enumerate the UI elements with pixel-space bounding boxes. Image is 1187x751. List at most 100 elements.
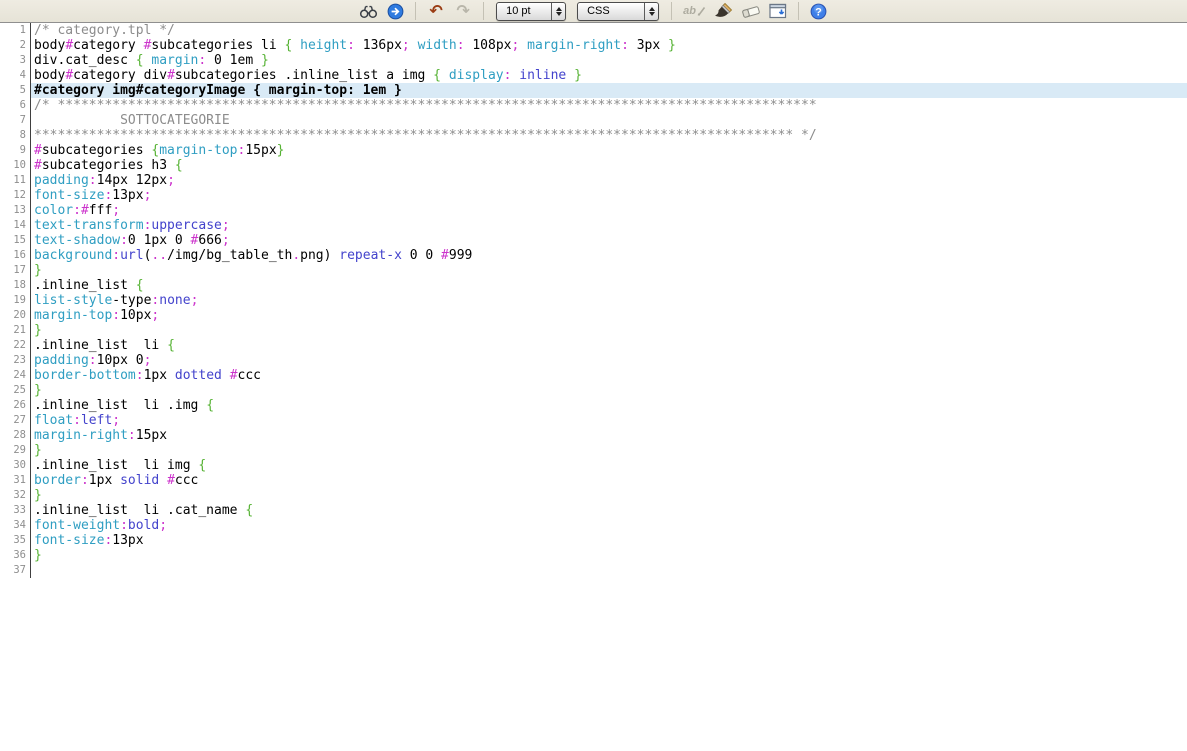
code-line[interactable]: 19 list-style-type:none;: [0, 293, 1187, 308]
code-text[interactable]: .inline_list li img {: [31, 458, 1187, 473]
code-line[interactable]: 4 body#category div#subcategories .inline…: [0, 68, 1187, 83]
code-token: }: [34, 323, 42, 338]
code-token: #: [229, 368, 238, 383]
code-token: ;: [221, 233, 230, 248]
code-token: 108px: [464, 38, 512, 53]
find-binoculars-icon[interactable]: [357, 1, 379, 21]
line-number: 7: [0, 113, 31, 128]
code-line[interactable]: 12 font-size:13px;: [0, 188, 1187, 203]
code-text[interactable]: #category img#categoryImage { margin-top…: [31, 83, 1187, 98]
code-line[interactable]: 31 border:1px solid #ccc: [0, 473, 1187, 488]
code-token: border: [34, 473, 81, 488]
line-number: 22: [0, 338, 31, 353]
code-token: .inline_list li .cat_name: [34, 503, 246, 518]
code-text[interactable]: [31, 563, 1187, 578]
code-line[interactable]: 37: [0, 563, 1187, 578]
code-text[interactable]: .inline_list {: [31, 278, 1187, 293]
code-text[interactable]: /* category.tpl */: [31, 23, 1187, 38]
code-line[interactable]: 23 padding:10px 0;: [0, 353, 1187, 368]
code-text[interactable]: font-size:13px: [31, 533, 1187, 548]
code-text[interactable]: SOTTOCATEGORIE: [31, 113, 1187, 128]
code-token: {: [198, 458, 207, 473]
code-text[interactable]: background:url(../img/bg_table_th.png) r…: [31, 248, 1187, 263]
help-icon[interactable]: ?: [808, 1, 830, 21]
code-text[interactable]: text-shadow:0 1px 0 #666;: [31, 233, 1187, 248]
code-line[interactable]: 10 #subcategories h3 {: [0, 158, 1187, 173]
syntax-dropdown[interactable]: CSS: [577, 1, 660, 21]
code-line[interactable]: 27 float:left;: [0, 413, 1187, 428]
code-line[interactable]: 21}: [0, 323, 1187, 338]
stepper-arrows-icon: [644, 2, 658, 20]
code-line[interactable]: 2 body#category #subcategories li { heigh…: [0, 38, 1187, 53]
panel-icon[interactable]: [767, 1, 789, 21]
code-line[interactable]: 25}: [0, 383, 1187, 398]
code-line[interactable]: 35 font-size:13px: [0, 533, 1187, 548]
code-text[interactable]: #subcategories h3 {: [31, 158, 1187, 173]
toolbar: ↶ ↷ 10 pt CSS ab ?: [0, 0, 1187, 23]
code-text[interactable]: list-style-type:none;: [31, 293, 1187, 308]
code-text[interactable]: .inline_list li .img {: [31, 398, 1187, 413]
code-line[interactable]: 3 div.cat_desc { margin: 0 1em }: [0, 53, 1187, 68]
code-text[interactable]: float:left;: [31, 413, 1187, 428]
code-line[interactable]: 9 #subcategories {margin-top:15px}: [0, 143, 1187, 158]
code-line[interactable]: 22 .inline_list li {: [0, 338, 1187, 353]
code-text[interactable]: margin-top:10px;: [31, 308, 1187, 323]
code-line[interactable]: 34 font-weight:bold;: [0, 518, 1187, 533]
code-text[interactable]: }: [31, 443, 1187, 458]
undo-icon[interactable]: ↶: [425, 1, 447, 21]
code-text[interactable]: }: [31, 548, 1187, 563]
code-line[interactable]: 18 .inline_list {: [0, 278, 1187, 293]
code-text[interactable]: .inline_list li {: [31, 338, 1187, 353]
brush-icon[interactable]: [713, 1, 735, 21]
code-text[interactable]: .inline_list li .cat_name {: [31, 503, 1187, 518]
code-line[interactable]: 20 margin-top:10px;: [0, 308, 1187, 323]
code-line[interactable]: 1/* category.tpl */: [0, 23, 1187, 38]
code-text[interactable]: }: [31, 263, 1187, 278]
code-text[interactable]: }: [31, 383, 1187, 398]
code-line[interactable]: 16 background:url(../img/bg_table_th.png)…: [0, 248, 1187, 263]
code-line[interactable]: 28 margin-right:15px: [0, 428, 1187, 443]
code-line[interactable]: 5 #category img#categoryImage { margin-to…: [0, 83, 1187, 98]
code-editor[interactable]: 1/* category.tpl */2 body#category #subca…: [0, 23, 1187, 578]
code-text[interactable]: #subcategories {margin-top:15px}: [31, 143, 1187, 158]
toolbar-separator: [483, 2, 485, 20]
code-line[interactable]: 30 .inline_list li img {: [0, 458, 1187, 473]
code-line[interactable]: 8 ***************************************…: [0, 128, 1187, 143]
code-text[interactable]: border:1px solid #ccc: [31, 473, 1187, 488]
code-line[interactable]: 15 text-shadow:0 1px 0 #666;: [0, 233, 1187, 248]
code-text[interactable]: }: [31, 323, 1187, 338]
code-text[interactable]: color:#fff;: [31, 203, 1187, 218]
code-text[interactable]: font-weight:bold;: [31, 518, 1187, 533]
font-size-dropdown[interactable]: 10 pt: [496, 1, 567, 21]
code-line[interactable]: 26 .inline_list li .img {: [0, 398, 1187, 413]
code-line[interactable]: 33 .inline_list li .cat_name {: [0, 503, 1187, 518]
go-arrow-icon[interactable]: [384, 1, 406, 21]
code-text[interactable]: padding:14px 12px;: [31, 173, 1187, 188]
code-line[interactable]: 13 color:#fff;: [0, 203, 1187, 218]
code-text[interactable]: }: [31, 488, 1187, 503]
code-line[interactable]: 6/* ************************************…: [0, 98, 1187, 113]
code-text[interactable]: font-size:13px;: [31, 188, 1187, 203]
code-line[interactable]: 14 text-transform:uppercase;: [0, 218, 1187, 233]
code-text[interactable]: padding:10px 0;: [31, 353, 1187, 368]
code-line[interactable]: 29}: [0, 443, 1187, 458]
code-text[interactable]: body#category div#subcategories .inline_…: [31, 68, 1187, 83]
line-number: 33: [0, 503, 31, 518]
code-text[interactable]: /* *************************************…: [31, 98, 1187, 113]
code-line[interactable]: 24 border-bottom:1px dotted #ccc: [0, 368, 1187, 383]
code-text[interactable]: div.cat_desc { margin: 0 1em }: [31, 53, 1187, 68]
code-token: ;: [112, 413, 121, 428]
code-line[interactable]: 36}: [0, 548, 1187, 563]
code-line[interactable]: 17}: [0, 263, 1187, 278]
code-text[interactable]: text-transform:uppercase;: [31, 218, 1187, 233]
code-text[interactable]: border-bottom:1px dotted #ccc: [31, 368, 1187, 383]
blue-circle-arrow-icon: [387, 3, 403, 19]
code-text[interactable]: body#category #subcategories li { height…: [31, 38, 1187, 53]
eraser-icon[interactable]: [740, 1, 762, 21]
code-text[interactable]: ****************************************…: [31, 128, 1187, 143]
code-line[interactable]: 32}: [0, 488, 1187, 503]
code-line[interactable]: 11 padding:14px 12px;: [0, 173, 1187, 188]
code-text[interactable]: margin-right:15px: [31, 428, 1187, 443]
code-line[interactable]: 7 SOTTOCATEGORIE: [0, 113, 1187, 128]
